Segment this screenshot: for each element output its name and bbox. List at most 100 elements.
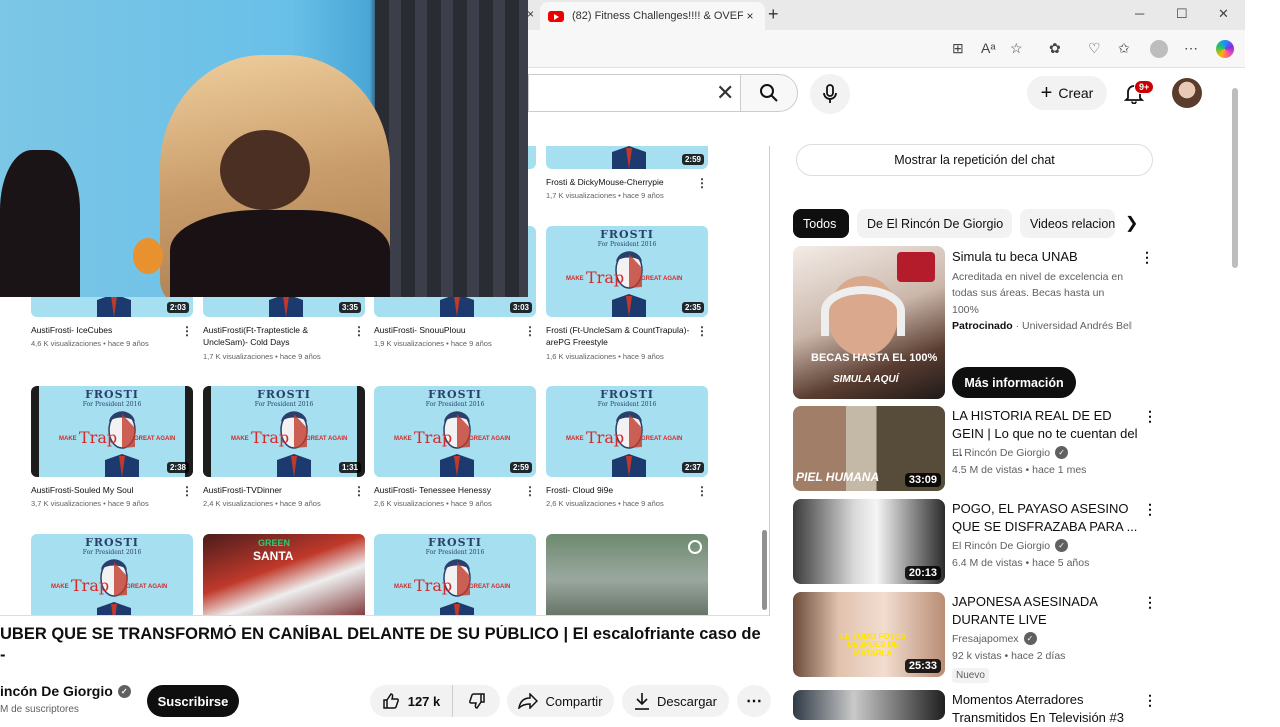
webcam-overlay <box>0 0 528 297</box>
video-card[interactable] <box>546 534 708 615</box>
video-card[interactable]: GREEN SANTA <box>203 534 365 615</box>
previous-tab-close-icon[interactable]: × <box>527 7 534 21</box>
recommendation-channel-line[interactable]: Fresajapomex ✓ <box>952 632 1037 645</box>
video-card-menu-kebab-icon[interactable]: ⋮ <box>181 484 193 498</box>
video-thumbnail[interactable] <box>546 534 708 615</box>
extensions-icon[interactable]: ✿ <box>1049 40 1061 57</box>
video-thumbnail[interactable]: FROSTIFor President 2016MAKETrapGREAT AG… <box>31 534 193 615</box>
recommendation-channel-line[interactable]: El Rincón De Giorgio ✓ <box>952 539 1069 552</box>
browser-menu-icon[interactable]: ⋯ <box>1184 40 1198 57</box>
grid-scrollbar-thumb[interactable] <box>762 530 767 610</box>
download-button[interactable]: Descargar <box>622 685 729 717</box>
favorite-star-icon[interactable]: ☆ <box>1010 40 1023 57</box>
share-button[interactable]: Compartir <box>507 685 614 717</box>
split-screen-icon[interactable]: ⊞ <box>952 40 964 57</box>
minimize-button[interactable]: ─ <box>1135 6 1144 21</box>
video-card-menu-kebab-icon[interactable]: ⋮ <box>524 484 536 498</box>
recommendation-menu-kebab-icon[interactable]: ⋮ <box>1143 594 1157 611</box>
recommendation-thumbnail[interactable] <box>793 690 945 720</box>
browser-essentials-icon[interactable]: ♡ <box>1088 40 1101 57</box>
chips-next-chevron-icon[interactable]: ❯ <box>1125 213 1138 233</box>
video-card[interactable]: FROSTIFor President 2016MAKETrapGREAT AG… <box>31 386 193 508</box>
more-actions-button[interactable]: ⋯ <box>737 685 771 717</box>
recommendation-thumbnail[interactable]: 20:13 <box>793 499 945 584</box>
video-thumbnail[interactable]: FROSTIFor President 2016MAKETrapGREAT AG… <box>31 386 193 477</box>
poster-title: FROSTI <box>600 228 654 241</box>
ad-advertiser: Universidad Andrés Bello <box>1022 320 1132 332</box>
recommendation-title[interactable]: Momentos Aterradores Transmitidos En Tel… <box>952 691 1147 727</box>
chip-related[interactable]: Videos relacionados <box>1020 209 1115 238</box>
page-scrollbar-thumb[interactable] <box>1232 88 1238 268</box>
channel-name-link[interactable]: incón De Giorgio ✓ <box>0 683 131 699</box>
like-dislike-group: 127 k <box>370 685 500 717</box>
copilot-icon[interactable] <box>1216 40 1234 58</box>
video-card-title[interactable]: Frosti & DickyMouse-Cherrypie <box>546 176 708 188</box>
video-thumbnail[interactable]: FROSTIFor President 2016MAKETrapGREAT AG… <box>203 386 365 477</box>
tab-close-icon[interactable]: × <box>743 9 757 23</box>
video-thumbnail[interactable]: FROSTIFor President 2016MAKETrapGREAT AG… <box>546 146 708 169</box>
video-card[interactable]: FROSTIFor President 2016MAKETrapGREAT AG… <box>546 386 708 508</box>
video-title: UBER QUE SE TRANSFORMÓ EN CANÍBAL DELANT… <box>0 625 761 643</box>
chip-all[interactable]: Todos <box>793 209 849 238</box>
like-button[interactable]: 127 k <box>370 685 453 717</box>
recommendation-menu-kebab-icon[interactable]: ⋮ <box>1143 692 1157 709</box>
maximize-button[interactable]: ☐ <box>1176 6 1188 22</box>
video-card-title[interactable]: AustiFrosti- SnouuPlouu <box>374 324 536 336</box>
close-window-button[interactable]: ✕ <box>1218 6 1229 22</box>
recommendation-menu-kebab-icon[interactable]: ⋮ <box>1143 408 1157 425</box>
user-avatar[interactable] <box>1172 78 1202 108</box>
recommendation-title[interactable]: POGO, EL PAYASO ASESINO QUE SE DISFRAZAB… <box>952 500 1147 536</box>
video-card-title[interactable]: AustiFrosti-Souled My Soul <box>31 484 193 496</box>
ad-title[interactable]: Simula tu beca UNAB <box>952 249 1078 264</box>
video-card-title[interactable]: AustiFrosti(Ft-Traptesticle & UncleSam)-… <box>203 324 365 349</box>
search-button[interactable] <box>740 74 798 112</box>
read-aloud-icon[interactable]: Aᵃ <box>981 40 996 56</box>
video-card-title[interactable]: AustiFrosti- IceCubes <box>31 324 193 336</box>
show-chat-replay-button[interactable]: Mostrar la repetición del chat <box>796 144 1153 176</box>
browser-tab-active[interactable]: (82) Fitness Challenges!!!! & OVEF × <box>540 2 765 30</box>
video-thumbnail[interactable]: FROSTIFor President 2016MAKETrapGREAT AG… <box>374 534 536 615</box>
video-card-menu-kebab-icon[interactable]: ⋮ <box>353 324 365 338</box>
video-card[interactable]: FROSTIFor President 2016MAKETrapGREAT AG… <box>203 386 365 508</box>
new-tab-button[interactable]: + <box>768 4 779 25</box>
video-card-title[interactable]: Frosti- Cloud 9i9e <box>546 484 708 496</box>
watch-later-clock-icon[interactable] <box>688 540 702 554</box>
video-card-menu-kebab-icon[interactable]: ⋮ <box>353 484 365 498</box>
browser-profile-icon[interactable] <box>1150 40 1168 58</box>
ad-thumbnail[interactable]: BECAS HASTA EL 100% SIMULA AQUÍ <box>793 246 945 399</box>
search-clear-icon[interactable]: ✕ <box>716 80 734 106</box>
video-card-menu-kebab-icon[interactable]: ⋮ <box>696 324 708 338</box>
page-scrollbar[interactable] <box>1230 70 1240 720</box>
recommendation-menu-kebab-icon[interactable]: ⋮ <box>1143 501 1157 518</box>
video-card-menu-kebab-icon[interactable]: ⋮ <box>524 324 536 338</box>
voice-search-button[interactable] <box>810 74 850 114</box>
dislike-button[interactable] <box>454 685 500 717</box>
video-card-title[interactable]: AustiFrosti-TVDinner <box>203 484 365 496</box>
video-thumbnail[interactable]: FROSTIFor President 2016MAKETrapGREAT AG… <box>546 386 708 477</box>
video-card[interactable]: FROSTIFor President 2016MAKETrapGREAT AG… <box>374 534 536 615</box>
recommendation-title[interactable]: JAPONESA ASESINADA DURANTE LIVE <box>952 593 1147 629</box>
video-card[interactable]: FROSTIFor President 2016MAKETrapGREAT AG… <box>374 386 536 508</box>
video-card-menu-kebab-icon[interactable]: ⋮ <box>696 484 708 498</box>
recommendation-thumbnail[interactable]: PIEL HUMANA 33:09 <box>793 406 945 491</box>
ad-image-subline: SIMULA AQUÍ <box>833 374 899 385</box>
video-card-menu-kebab-icon[interactable]: ⋮ <box>181 324 193 338</box>
recommendation-meta: 92 k vistas • hace 2 días <box>952 650 1066 662</box>
recommendation-channel-line[interactable]: El Rincón De Giorgio ✓ <box>952 446 1069 459</box>
video-card[interactable]: FROSTIFor President 2016MAKETrapGREAT AG… <box>546 146 708 200</box>
video-card-title[interactable]: Frosti (Ft-UncleSam & CountTrapula)- are… <box>546 324 708 349</box>
video-card-menu-kebab-icon[interactable]: ⋮ <box>696 176 708 190</box>
video-thumbnail[interactable]: FROSTIFor President 2016MAKETrapGREAT AG… <box>546 226 708 317</box>
subscribe-button[interactable]: Suscribirse <box>147 685 239 717</box>
ad-menu-kebab-icon[interactable]: ⋮ <box>1140 249 1154 266</box>
ad-more-info-button[interactable]: Más información <box>952 367 1076 398</box>
recommendation-thumbnail[interactable]: LE TOMO FOTOS DESPUES DE MATARLA 25:33 <box>793 592 945 677</box>
video-card[interactable]: FROSTIFor President 2016MAKETrapGREAT AG… <box>31 534 193 615</box>
video-card[interactable]: FROSTIFor President 2016MAKETrapGREAT AG… <box>546 226 708 361</box>
video-card-title[interactable]: AustiFrosti- Tenessee Henessy <box>374 484 536 496</box>
video-thumbnail[interactable]: FROSTIFor President 2016MAKETrapGREAT AG… <box>374 386 536 477</box>
chip-channel[interactable]: De El Rincón De Giorgio <box>857 209 1012 238</box>
favorites-icon[interactable]: ✩ <box>1118 40 1130 57</box>
create-button[interactable]: + Crear <box>1027 76 1107 110</box>
video-thumbnail[interactable]: GREEN SANTA <box>203 534 365 615</box>
